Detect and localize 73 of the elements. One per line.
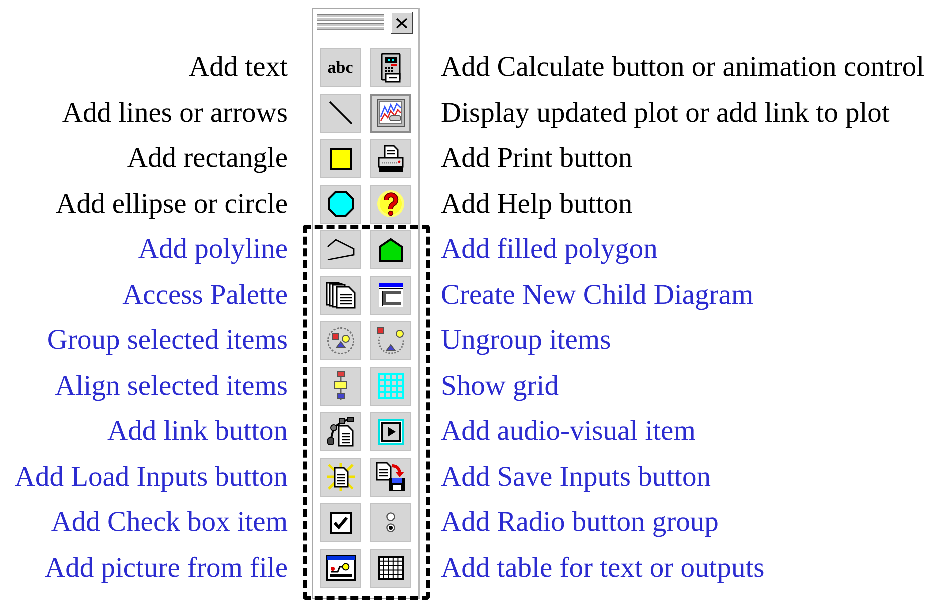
polyline-icon [326, 238, 354, 261]
document-stack-icon [326, 282, 356, 309]
grouped-shapes-icon [326, 326, 354, 355]
tool-button[interactable] [370, 458, 411, 497]
tool-button[interactable] [320, 458, 361, 497]
play-icon [378, 418, 404, 445]
drag-handle[interactable] [317, 13, 384, 31]
tool-button[interactable] [320, 503, 361, 542]
document-sparkle-icon [326, 462, 356, 492]
tool-button[interactable] [370, 548, 411, 588]
tool-label: Display updated plot or add link to plot [441, 98, 890, 131]
tool-label: Add polyline [138, 234, 288, 268]
calculator-icon [380, 52, 400, 83]
picture-icon [326, 555, 356, 582]
tool-label: Add filled polygon [441, 234, 658, 268]
tool-label: Add Print button [441, 143, 633, 176]
table-icon [378, 556, 404, 580]
tool-label: Ungroup items [441, 325, 612, 358]
document-floppy-icon [376, 462, 406, 492]
tool-label: Create New Child Diagram [441, 280, 754, 313]
tool-button[interactable] [370, 321, 411, 360]
printer-icon [378, 144, 404, 173]
tool-label: Add ellipse or circle [56, 188, 288, 222]
tool-button[interactable] [370, 230, 411, 270]
grid-icon [376, 372, 404, 400]
tool-button[interactable] [370, 139, 411, 178]
scattered-shapes-icon [376, 326, 404, 355]
close-button[interactable] [391, 12, 413, 34]
tool-button[interactable] [320, 276, 361, 315]
tool-label: Add table for text or outputs [441, 552, 765, 586]
tool-label: Add lines or arrows [62, 98, 288, 131]
tool-button[interactable] [370, 503, 411, 542]
tool-button[interactable] [370, 276, 411, 315]
network-document-icon [326, 416, 354, 447]
tool-label: Add Calculate button or animation control [441, 52, 925, 86]
tool-button[interactable] [320, 139, 361, 178]
tool-button[interactable] [320, 230, 361, 270]
tool-button[interactable] [320, 366, 361, 406]
line-icon [328, 101, 352, 126]
tool-label: Add Help button [441, 188, 633, 222]
chart-icon [376, 99, 404, 128]
tool-button[interactable] [320, 412, 361, 452]
tool-button[interactable] [320, 94, 361, 133]
tool-label: Add text [189, 52, 288, 86]
tool-label: Access Palette [122, 280, 288, 313]
checkbox-icon [330, 512, 352, 534]
tool-button[interactable] [320, 321, 361, 360]
tool-label: Add Save Inputs button [441, 462, 711, 495]
close-icon [396, 18, 408, 28]
tool-button[interactable] [370, 48, 411, 88]
tool-label: Show grid [441, 370, 559, 404]
tool-button[interactable]: abc [320, 48, 361, 88]
tool-label: Add rectangle [127, 143, 288, 176]
window-icon [378, 282, 404, 308]
tool-button[interactable] [370, 94, 411, 133]
square-icon [330, 148, 352, 170]
octagon-icon [328, 191, 354, 218]
tool-label: Group selected items [47, 325, 288, 358]
tool-button[interactable] [370, 412, 411, 452]
help-icon [376, 190, 404, 218]
tool-label: Add link button [107, 416, 288, 450]
tool-button[interactable] [370, 184, 411, 224]
tool-label: Add Load Inputs button [14, 462, 288, 495]
tool-label: Add Check box item [51, 507, 288, 540]
tool-label: Align selected items [55, 370, 288, 404]
align-icon [334, 371, 348, 402]
tool-label: Add picture from file [45, 552, 288, 586]
pentagon-icon [378, 238, 402, 262]
tool-button[interactable] [320, 548, 361, 588]
radio-buttons-icon [386, 512, 396, 534]
tool-label: Add audio-visual item [441, 416, 696, 450]
tool-label: Add Radio button group [441, 507, 719, 540]
tool-button[interactable] [320, 184, 361, 224]
